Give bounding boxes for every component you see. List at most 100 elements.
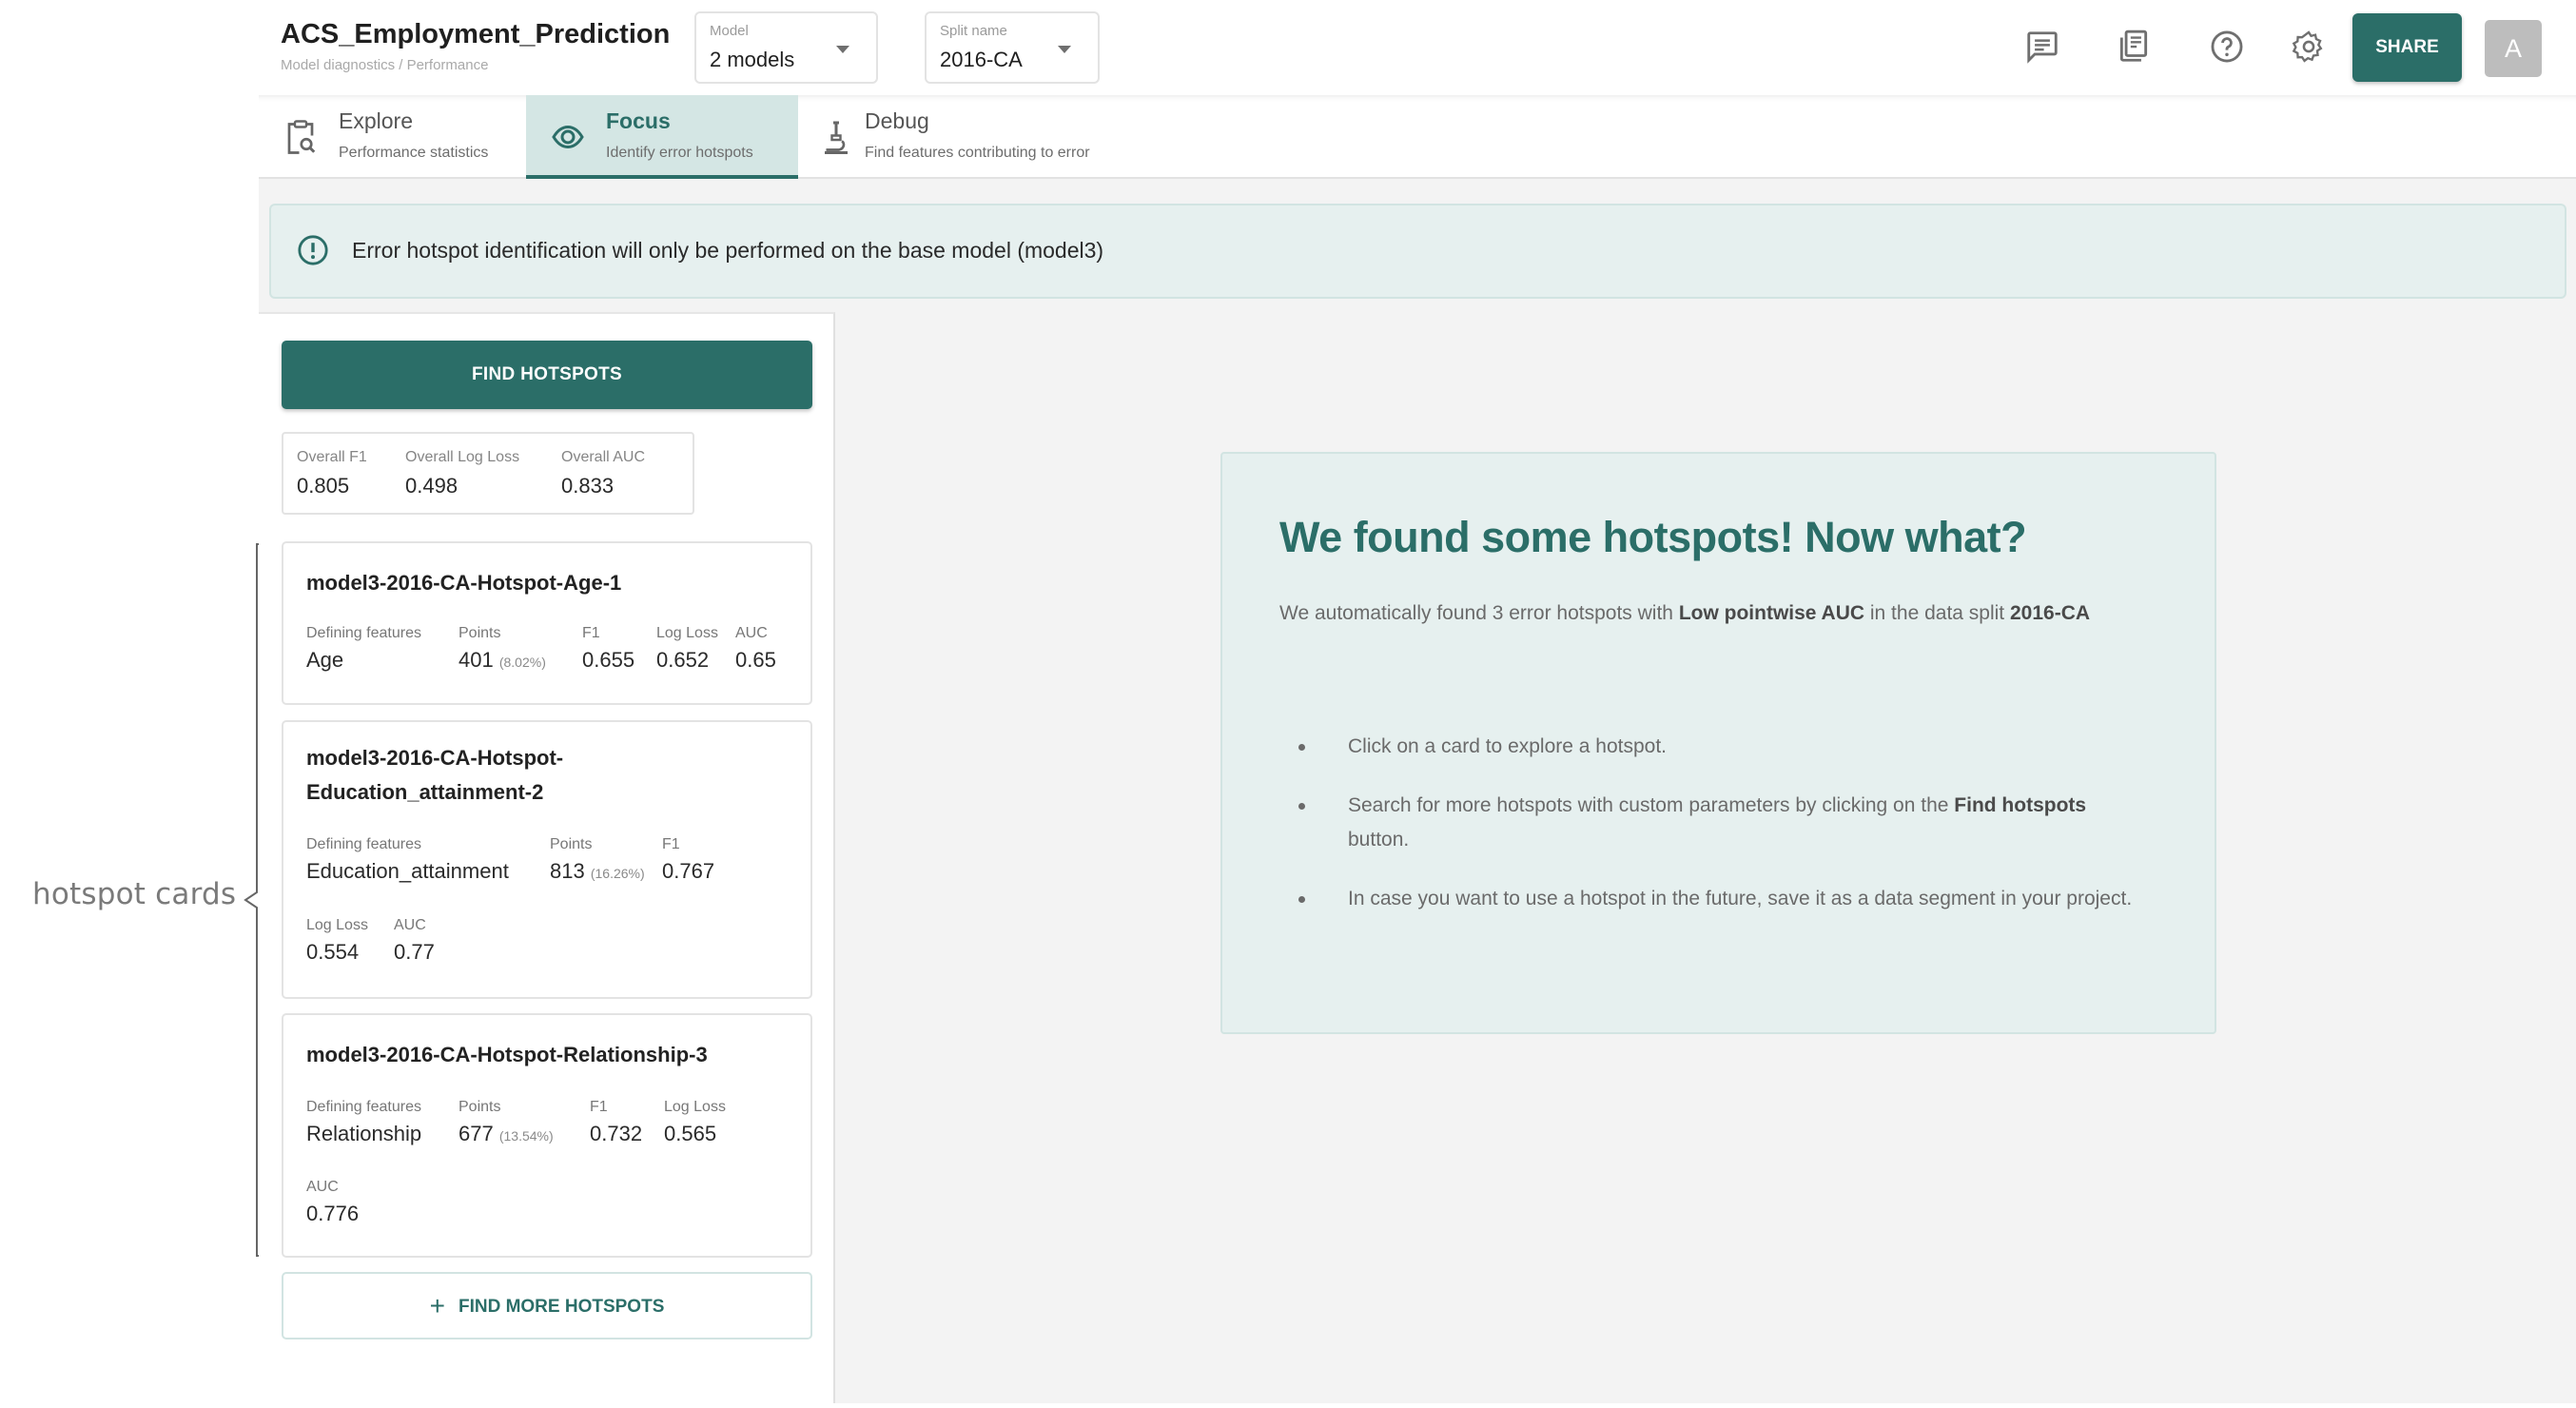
metric-label: Points	[459, 625, 501, 641]
defining-features: Defining features Age	[306, 625, 421, 673]
tab-focus-title: Focus	[606, 108, 671, 133]
tab-focus[interactable]: Focus Identify error hotspots	[526, 95, 798, 179]
info-alert: Error hotspot identification will only b…	[269, 204, 2566, 299]
project-title: ACS_Employment_Prediction	[281, 19, 671, 49]
hotspot-card-title: model3-2016-CA-Hotspot- Education_attain…	[306, 741, 563, 810]
documentation-icon[interactable]	[2116, 29, 2152, 65]
metric-value: 813 (16.26%)	[550, 859, 645, 884]
metric-label: F1	[590, 1099, 608, 1115]
points-percent: (13.54%)	[498, 1128, 554, 1144]
metric-value: Education_attainment	[306, 859, 509, 883]
tab-explore[interactable]: Explore Performance statistics	[259, 95, 526, 179]
overall-logloss-value: 0.498	[405, 474, 459, 498]
metric-value: 677 (13.54%)	[459, 1122, 554, 1146]
model-select-value: 2 models	[710, 48, 795, 71]
metric-label: Log Loss	[306, 917, 368, 933]
info-description: We automatically found 3 error hotspots …	[1279, 596, 2155, 631]
tab-explore-subtitle: Performance statistics	[339, 145, 489, 161]
info-bullet: Click on a card to explore a hotspot.	[1279, 730, 2136, 764]
auc: AUC 0.65	[735, 625, 776, 673]
metric-value: 0.767	[662, 859, 715, 883]
hotspot-card[interactable]: model3-2016-CA-Hotspot- Education_attain…	[282, 720, 812, 999]
overall-auc-label: Overall AUC	[561, 449, 646, 465]
metric-value: 0.732	[590, 1122, 643, 1145]
microscope-icon	[825, 121, 848, 154]
caret-down-icon	[836, 46, 849, 53]
main-content: Error hotspot identification will only b…	[259, 179, 2576, 1403]
metric-value: 0.77	[394, 940, 435, 964]
model-select[interactable]: Model 2 models	[694, 11, 878, 84]
split-select-value: 2016-CA	[940, 48, 1023, 71]
app-header: ACS_Employment_Prediction Model diagnost…	[259, 0, 2576, 95]
metric-value: 0.652	[656, 648, 710, 672]
metric-label: F1	[662, 836, 680, 852]
overall-f1-label: Overall F1	[297, 449, 367, 465]
points-count: 813	[550, 859, 585, 883]
hotspots-panel: FIND HOTSPOTS Overall F1 0.805 Overall L…	[259, 312, 835, 1403]
hotspot-card[interactable]: model3-2016-CA-Hotspot-Age-1 Defining fe…	[282, 541, 812, 705]
bullet-icon	[1298, 744, 1305, 751]
bullet-bold: Find hotspots	[1954, 794, 2087, 816]
help-icon[interactable]	[2209, 29, 2245, 65]
hotspot-card[interactable]: model3-2016-CA-Hotspot-Relationship-3 De…	[282, 1013, 812, 1258]
defining-features: Defining features Education_attainment	[306, 836, 509, 884]
metric-value: 0.565	[664, 1122, 717, 1145]
hotspot-card-title: model3-2016-CA-Hotspot-Relationship-3	[306, 1043, 708, 1066]
bullet-text: In case you want to use a hotspot in the…	[1348, 888, 2133, 909]
info-bullet: In case you want to use a hotspot in the…	[1279, 882, 2136, 916]
metric-label: F1	[582, 625, 600, 641]
overall-f1-value: 0.805	[297, 474, 350, 498]
info-bullet: Search for more hotspots with custom par…	[1279, 789, 2136, 857]
tab-focus-subtitle: Identify error hotspots	[606, 145, 753, 161]
f1: F1 0.655	[582, 625, 634, 673]
title-line: model3-2016-CA-Hotspot-	[306, 746, 564, 770]
tab-debug[interactable]: Debug Find features contributing to erro…	[798, 95, 1179, 179]
settings-icon[interactable]	[2291, 29, 2327, 65]
overall-logloss-label: Overall Log Loss	[405, 449, 520, 465]
points-count: 401	[459, 648, 494, 672]
find-more-label: FIND MORE HOTSPOTS	[458, 1296, 665, 1317]
metric-label: AUC	[306, 1179, 339, 1195]
metric-value: 0.655	[582, 648, 635, 672]
metric-label: Defining features	[306, 625, 421, 641]
bullet-text: button.	[1348, 829, 1410, 851]
desc-split: 2016-CA	[2009, 602, 2091, 624]
metric-label: Defining features	[306, 836, 421, 852]
info-bullets: Click on a card to explore a hotspot. Se…	[1279, 730, 2136, 941]
annotation-label: hotspot cards	[32, 877, 237, 911]
metric-label: Points	[459, 1099, 501, 1115]
overall-logloss: Overall Log Loss 0.498	[405, 449, 519, 499]
bullet-icon	[1298, 896, 1305, 903]
logloss: Log Loss 0.652	[656, 625, 718, 673]
points: Points 677 (13.54%)	[459, 1099, 554, 1146]
breadcrumb[interactable]: Model diagnostics / Performance	[281, 57, 488, 73]
eye-icon	[552, 125, 584, 149]
auc: AUC 0.776	[306, 1179, 359, 1226]
metric-value: Relationship	[306, 1122, 422, 1145]
metric-label: AUC	[394, 917, 426, 933]
tab-debug-title: Debug	[865, 108, 929, 133]
title-line: Education_attainment-2	[306, 780, 544, 804]
metric-value: Age	[306, 648, 344, 672]
split-select-label: Split name	[940, 23, 1007, 39]
find-more-hotspots-button[interactable]: + FIND MORE HOTSPOTS	[282, 1272, 812, 1340]
split-select[interactable]: Split name 2016-CA	[925, 11, 1100, 84]
points-percent: (16.26%)	[590, 866, 645, 881]
points: Points 813 (16.26%)	[550, 836, 645, 884]
auc: AUC 0.77	[394, 917, 435, 965]
metric-label: Points	[550, 836, 593, 852]
metric-value: 0.65	[735, 648, 776, 672]
bullet-text: Search for more hotspots with custom par…	[1348, 794, 1955, 816]
avatar[interactable]: A	[2485, 20, 2542, 77]
metric-label: Log Loss	[656, 625, 718, 641]
logloss: Log Loss 0.565	[664, 1099, 726, 1146]
overall-auc: Overall AUC 0.833	[561, 449, 645, 499]
info-circle-icon	[298, 235, 328, 265]
find-hotspots-button[interactable]: FIND HOTSPOTS	[282, 341, 812, 409]
bullet-icon	[1298, 803, 1305, 810]
hotspot-card-title: model3-2016-CA-Hotspot-Age-1	[306, 571, 622, 595]
comments-icon[interactable]	[2024, 29, 2060, 65]
share-button[interactable]: SHARE	[2352, 13, 2462, 82]
f1: F1 0.732	[590, 1099, 642, 1146]
defining-features: Defining features Relationship	[306, 1099, 421, 1146]
